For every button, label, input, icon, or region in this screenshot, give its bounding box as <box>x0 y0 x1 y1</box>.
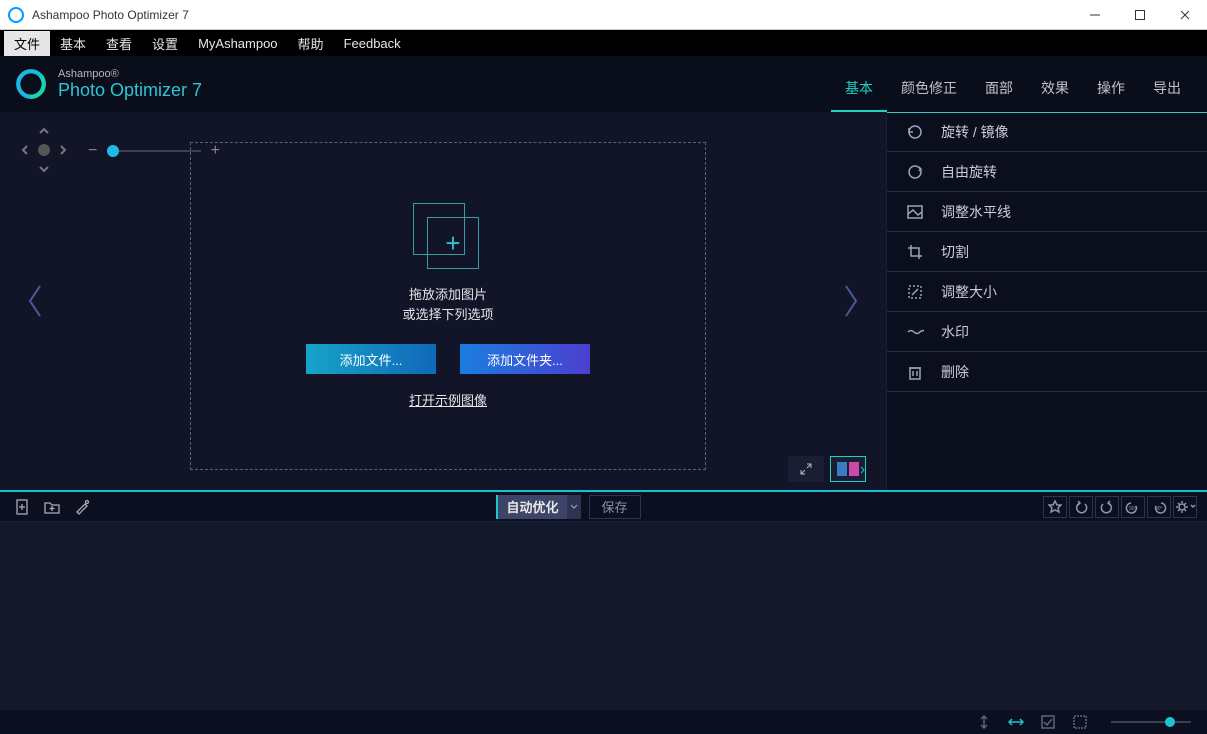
open-sample-link[interactable]: 打开示例图像 <box>409 390 487 409</box>
window-title: Ashampoo Photo Optimizer 7 <box>32 8 1072 22</box>
prev-image-button[interactable] <box>20 271 50 331</box>
watermark-icon <box>905 322 925 342</box>
tool-crop[interactable]: 切割 <box>887 232 1207 272</box>
undo-button[interactable] <box>1069 496 1093 518</box>
tool-horizon[interactable]: 调整水平线 <box>887 192 1207 232</box>
tool-label: 调整大小 <box>941 282 997 302</box>
thumbnail-size-thumb[interactable] <box>1165 717 1175 727</box>
tool-tabs: 基本 颜色修正 面部 效果 操作 导出 <box>831 56 1207 112</box>
tool-resize[interactable]: 调整大小 <box>887 272 1207 312</box>
thumbnail-size-slider[interactable] <box>1111 721 1191 723</box>
crop-icon <box>905 242 925 262</box>
thumbnail-grid-button[interactable] <box>1071 713 1089 731</box>
filmstrip <box>0 522 1207 710</box>
auto-optimize-label: 自动优化 <box>498 497 566 516</box>
rotate-icon <box>905 122 925 142</box>
tool-rotate-mirror[interactable]: 旋转 / 镜像 <box>887 112 1207 152</box>
fit-width-button[interactable] <box>1007 713 1025 731</box>
tool-label: 水印 <box>941 322 969 342</box>
bottom-bar <box>0 710 1207 734</box>
app-icon <box>8 7 24 23</box>
pan-center-button[interactable] <box>38 144 50 156</box>
menu-feedback[interactable]: Feedback <box>334 33 411 54</box>
tab-basic[interactable]: 基本 <box>831 68 887 112</box>
sort-button[interactable] <box>975 713 993 731</box>
auto-optimize-dropdown[interactable] <box>567 495 581 519</box>
tool-delete[interactable]: 删除 <box>887 352 1207 392</box>
tool-free-rotate[interactable]: 自由旋转 <box>887 152 1207 192</box>
rotate-right-90-button[interactable]: 90° <box>1147 496 1171 518</box>
free-rotate-icon <box>905 162 925 182</box>
tab-face[interactable]: 面部 <box>971 68 1027 112</box>
add-folder-button[interactable]: 添加文件夹... <box>460 344 590 374</box>
brand-row: Ashampoo® Photo Optimizer 7 基本 颜色修正 面部 效… <box>0 56 1207 112</box>
favorite-button[interactable] <box>1043 496 1067 518</box>
drop-zone[interactable]: + 拖放添加图片 或选择下列选项 添加文件... 添加文件夹... 打开示例图像 <box>190 142 706 470</box>
tab-effects[interactable]: 效果 <box>1027 68 1083 112</box>
menu-settings[interactable]: 设置 <box>142 31 188 56</box>
add-file-icon-button[interactable] <box>10 495 34 519</box>
menu-myashampoo[interactable]: MyAshampoo <box>188 33 287 54</box>
brand-line2: Photo Optimizer 7 <box>58 80 202 101</box>
zoom-out-button[interactable]: − <box>84 142 101 160</box>
window-maximize-button[interactable] <box>1117 0 1162 30</box>
tool-label: 自由旋转 <box>941 162 997 182</box>
main-area: − + + 拖放添加图片 或选择下列选项 添加文件... 添加文件夹... 打开… <box>0 112 1207 490</box>
tool-label: 旋转 / 镜像 <box>941 122 1009 142</box>
window-close-button[interactable] <box>1162 0 1207 30</box>
save-button[interactable]: 保存 <box>589 495 641 519</box>
menu-file[interactable]: 文件 <box>4 31 50 56</box>
resize-icon <box>905 282 925 302</box>
brush-icon-button[interactable] <box>70 495 94 519</box>
next-image-button[interactable] <box>836 271 866 331</box>
pan-down-button[interactable] <box>37 162 51 176</box>
tab-color[interactable]: 颜色修正 <box>887 68 971 112</box>
drop-zone-text: 拖放添加图片 或选择下列选项 <box>402 285 493 324</box>
add-files-button[interactable]: 添加文件... <box>306 344 436 374</box>
rotate-left-90-button[interactable]: 90° <box>1121 496 1145 518</box>
pan-joystick <box>18 124 70 176</box>
mid-toolbar: 自动优化 保存 90° 90° <box>0 490 1207 522</box>
window-minimize-button[interactable] <box>1072 0 1117 30</box>
tool-label: 切割 <box>941 242 969 262</box>
dz-line1: 拖放添加图片 <box>402 285 493 305</box>
tab-export[interactable]: 导出 <box>1139 68 1195 112</box>
fullscreen-button[interactable] <box>788 456 824 482</box>
svg-text:90°: 90° <box>1129 506 1137 512</box>
menu-basic[interactable]: 基本 <box>50 31 96 56</box>
tool-label: 删除 <box>941 362 969 382</box>
auto-optimize-button[interactable]: 自动优化 <box>496 495 580 519</box>
canvas: − + + 拖放添加图片 或选择下列选项 添加文件... 添加文件夹... 打开… <box>0 112 887 490</box>
zoom-thumb[interactable] <box>107 145 119 157</box>
settings-gear-button[interactable] <box>1173 496 1197 518</box>
brand-text: Ashampoo® Photo Optimizer 7 <box>58 68 202 101</box>
tool-watermark[interactable]: 水印 <box>887 312 1207 352</box>
zoom-track[interactable] <box>107 150 200 152</box>
svg-text:90°: 90° <box>1155 506 1163 512</box>
tab-actions[interactable]: 操作 <box>1083 68 1139 112</box>
brand-line1: Ashampoo® <box>58 68 202 80</box>
menu-help[interactable]: 帮助 <box>288 31 334 56</box>
view-modes <box>788 456 866 482</box>
tool-sidebar: 旋转 / 镜像 自由旋转 调整水平线 切割 调整大小 水印 删除 <box>887 112 1207 490</box>
dz-line2: 或选择下列选项 <box>402 305 493 325</box>
redo-button[interactable] <box>1095 496 1119 518</box>
compare-view-button[interactable] <box>830 456 866 482</box>
horizon-icon <box>905 202 925 222</box>
pan-up-button[interactable] <box>37 124 51 138</box>
add-folder-icon-button[interactable] <box>40 495 64 519</box>
trash-icon <box>905 362 925 382</box>
menu-view[interactable]: 查看 <box>96 31 142 56</box>
thumbnail-check-button[interactable] <box>1039 713 1057 731</box>
menubar: 文件 基本 查看 设置 MyAshampoo 帮助 Feedback <box>0 30 1207 56</box>
brand-logo-icon <box>14 67 48 101</box>
window-titlebar: Ashampoo Photo Optimizer 7 <box>0 0 1207 30</box>
pan-right-button[interactable] <box>56 143 70 157</box>
tool-label: 调整水平线 <box>941 202 1011 222</box>
pan-left-button[interactable] <box>18 143 32 157</box>
add-image-icon: + <box>413 203 483 273</box>
